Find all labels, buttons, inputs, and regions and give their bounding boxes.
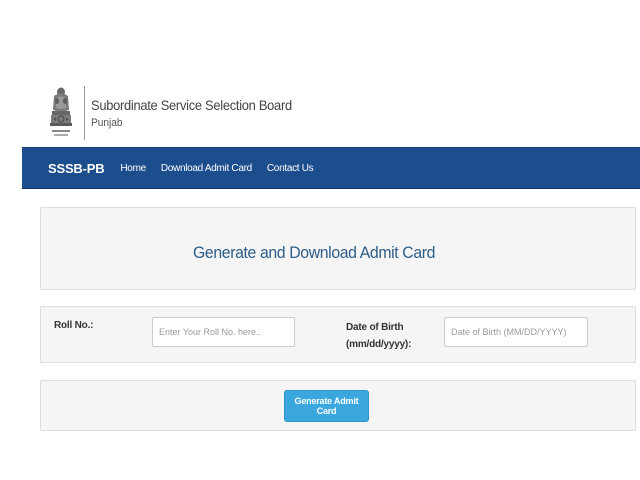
admit-card-form: Roll No.: Date of Birth (mm/dd/yyyy): — [40, 306, 636, 363]
navbar-brand[interactable]: SSSB-PB — [48, 161, 105, 176]
site-header: Subordinate Service Selection Board Punj… — [46, 84, 309, 142]
org-name: Subordinate Service Selection Board — [91, 97, 292, 113]
generate-admit-card-button[interactable]: Generate Admit Card — [284, 390, 369, 422]
action-panel: Generate Admit Card — [40, 380, 636, 431]
header-divider — [84, 86, 85, 140]
org-state: Punjab — [91, 117, 123, 129]
ashoka-emblem-icon — [50, 87, 72, 136]
date-of-birth-label-line2: (mm/dd/yyyy): — [346, 339, 412, 350]
roll-number-label: Roll No.: — [54, 320, 94, 331]
nav-link-home[interactable]: Home — [120, 163, 146, 174]
nav-link-download-admit-card[interactable]: Download Admit Card — [161, 163, 252, 174]
title-panel: Generate and Download Admit Card — [40, 207, 636, 290]
roll-number-input[interactable] — [152, 317, 295, 347]
page-title: Generate and Download Admit Card — [193, 243, 436, 262]
page: Subordinate Service Selection Board Punj… — [0, 0, 640, 480]
navbar: SSSB-PB Home Download Admit Card Contact… — [22, 147, 640, 189]
org-text: Subordinate Service Selection Board Punj… — [91, 97, 309, 129]
date-of-birth-label: Date of Birth (mm/dd/yyyy): — [346, 319, 411, 353]
nav-link-contact-us[interactable]: Contact Us — [267, 163, 314, 174]
date-of-birth-label-line1: Date of Birth — [346, 322, 404, 333]
date-of-birth-input[interactable] — [444, 317, 588, 347]
